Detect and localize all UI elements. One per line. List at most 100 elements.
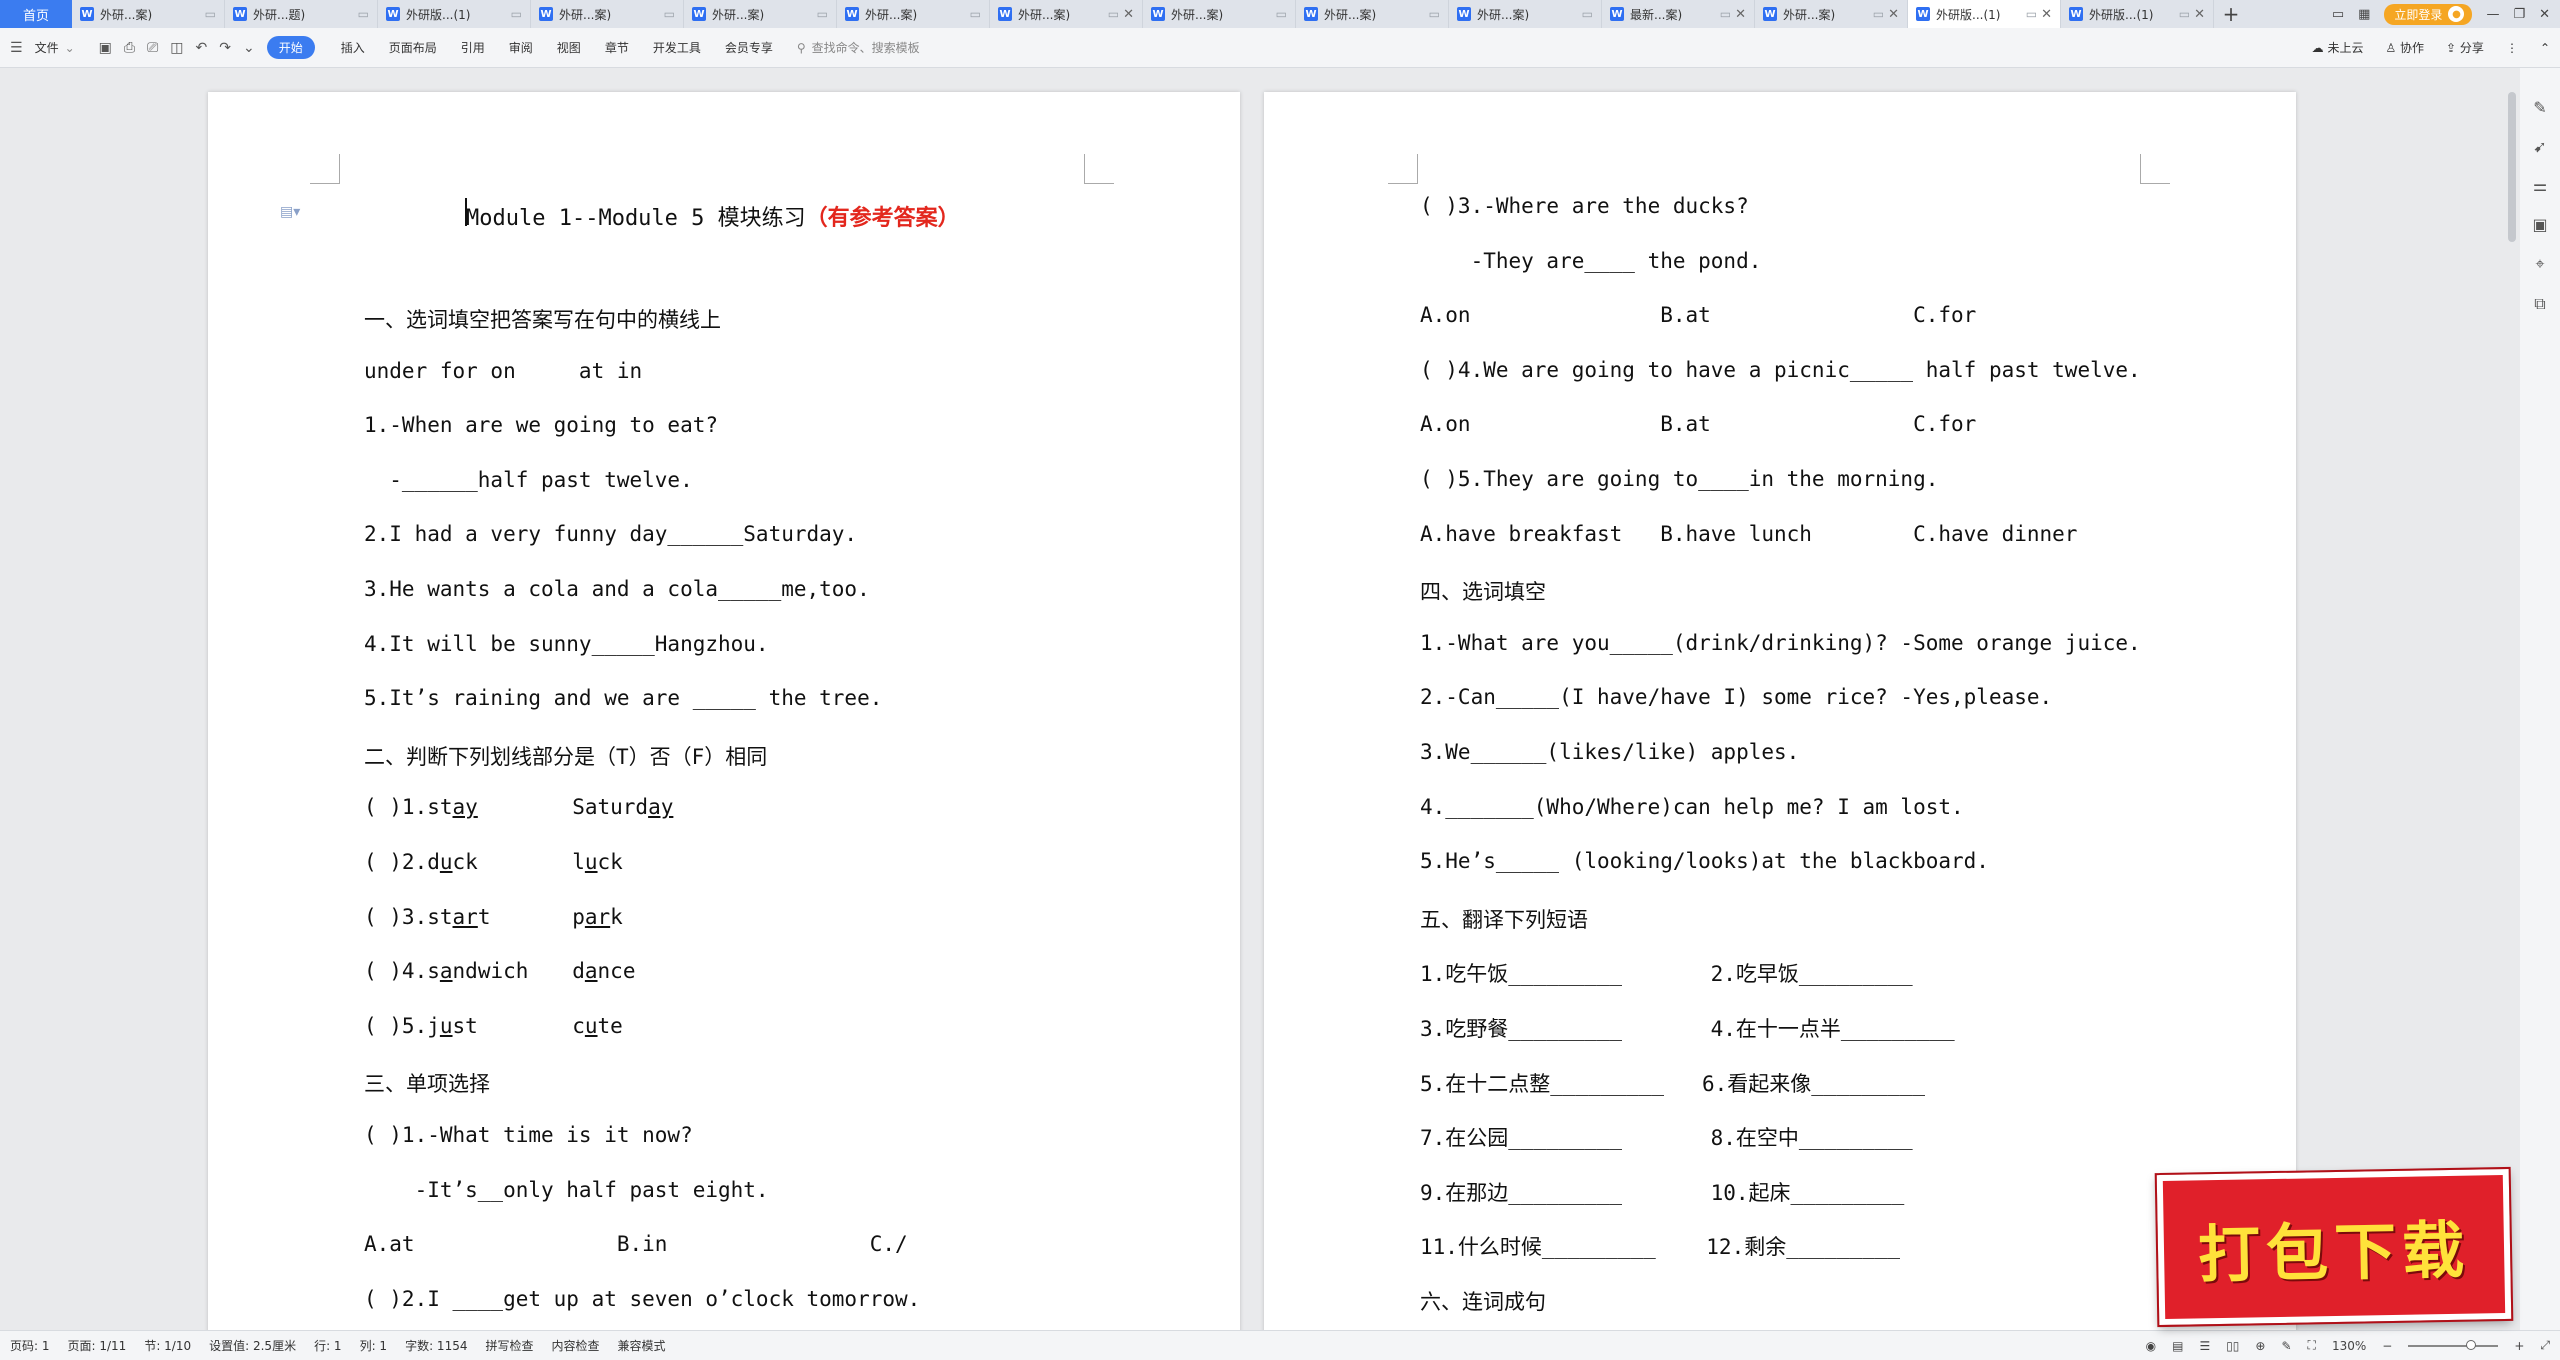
- status-item[interactable]: 兼容模式: [618, 1337, 666, 1354]
- location-icon[interactable]: ⌖: [2535, 254, 2544, 274]
- doc-line[interactable]: 四、选词填空: [1420, 576, 1546, 606]
- grid-icon[interactable]: ▦: [2358, 7, 2370, 22]
- paragraph-icon[interactable]: ▤▾: [280, 204, 300, 220]
- judge-pair[interactable]: ( )5.just cute: [364, 1014, 623, 1038]
- pin-icon[interactable]: ▭: [664, 7, 675, 21]
- preview-icon[interactable]: ◫: [170, 40, 183, 56]
- close-tab-icon[interactable]: ✕: [1123, 7, 1134, 22]
- doc-line[interactable]: 11.什么时候_________ 12.剩余_________: [1420, 1231, 1900, 1261]
- menu-button[interactable]: ☰ 文件 ⌄: [10, 39, 75, 56]
- print-icon[interactable]: ⎚: [147, 40, 158, 56]
- doc-line[interactable]: ( )2.I ____get up at seven o’clock tomor…: [364, 1287, 920, 1311]
- doc-line[interactable]: A.at B.in C./: [364, 1232, 908, 1256]
- doc-line[interactable]: 4._______(Who/Where)can help me? I am lo…: [1420, 795, 1964, 819]
- undo-icon[interactable]: ↶: [196, 40, 208, 56]
- document-tab[interactable]: W 外研...案) ▭ ✕: [990, 0, 1143, 28]
- doc-line[interactable]: 3.吃野餐_________ 4.在十一点半_________: [1420, 1013, 1955, 1043]
- zoom-slider-thumb[interactable]: [2466, 1339, 2477, 1350]
- judge-pair[interactable]: ( )1.stay Saturday: [364, 795, 673, 819]
- collapse-ribbon-icon[interactable]: ⌃: [2540, 41, 2550, 55]
- web-view-icon[interactable]: ⊕: [2255, 1339, 2265, 1353]
- zoom-level[interactable]: 130%: [2332, 1339, 2366, 1353]
- pin-icon[interactable]: ▭: [1720, 7, 1731, 21]
- cloud-status[interactable]: ☁ 未上云: [2312, 39, 2364, 56]
- doc-line[interactable]: under for on at in: [364, 359, 642, 383]
- close-window-icon[interactable]: ✕: [2539, 7, 2550, 22]
- collab-button[interactable]: ♙ 协作: [2385, 39, 2424, 56]
- download-stamp[interactable]: 打包下载: [2154, 1166, 2514, 1328]
- judge-pair[interactable]: ( )3.start park: [364, 905, 623, 929]
- minimize-icon[interactable]: —: [2486, 7, 2499, 22]
- document-tab[interactable]: W 外研...题) ▭: [225, 0, 378, 28]
- ribbon-menu-item[interactable]: 插入: [341, 39, 365, 56]
- write-view-icon[interactable]: ✎: [2281, 1339, 2291, 1353]
- pin-icon[interactable]: ▭: [817, 7, 828, 21]
- ribbon-menu-item[interactable]: 引用: [461, 39, 485, 56]
- doc-line[interactable]: 1.-What are you_____(drink/drinking)? -S…: [1420, 631, 2141, 655]
- pin-icon[interactable]: ▭: [205, 7, 216, 21]
- doc-line[interactable]: 六、连词成句: [1420, 1286, 1546, 1316]
- doc-line[interactable]: 9.在那边_________ 10.起床_________: [1420, 1177, 1904, 1207]
- document-tab[interactable]: W 外研...案) ▭: [1296, 0, 1449, 28]
- ribbon-menu-item[interactable]: 页面布局: [389, 39, 437, 56]
- doc-line[interactable]: A.on B.at C.for: [1420, 303, 1976, 327]
- judge-pair[interactable]: ( )4.sandwich dance: [364, 959, 635, 983]
- picture-icon[interactable]: ▣: [2532, 215, 2547, 234]
- tab-start[interactable]: 开始: [266, 36, 315, 59]
- document-tab[interactable]: W 外研...案) ▭: [684, 0, 837, 28]
- pin-icon[interactable]: ▭: [358, 7, 369, 21]
- file-menu[interactable]: 文件: [35, 39, 59, 56]
- doc-line[interactable]: A.on B.at C.for: [1420, 412, 1976, 436]
- ribbon-menu-item[interactable]: 会员专享: [725, 39, 773, 56]
- document-tab[interactable]: W 最新...案) ▭ ✕: [1602, 0, 1755, 28]
- more-options-icon[interactable]: ⋮: [2506, 41, 2518, 55]
- zoom-out-icon[interactable]: −: [2382, 1339, 2392, 1353]
- close-tab-icon[interactable]: ✕: [2194, 7, 2205, 22]
- restore-icon[interactable]: ❐: [2513, 7, 2525, 22]
- judge-pair[interactable]: ( )2.duck luck: [364, 850, 623, 874]
- more-icon[interactable]: ⌄: [243, 40, 255, 56]
- document-tab[interactable]: W 外研版...(1) ▭ ✕: [2061, 0, 2214, 28]
- page-view-icon[interactable]: ▤: [2172, 1339, 2183, 1353]
- share-button[interactable]: ⇪ 分享: [2446, 39, 2484, 56]
- command-search[interactable]: ⚲ 查找命令、搜索模板: [797, 39, 920, 56]
- doc-line[interactable]: A.have breakfast B.have lunch C.have din…: [1420, 522, 2077, 546]
- zoom-slider[interactable]: [2408, 1339, 2499, 1350]
- document-tab[interactable]: W 外研...案) ▭: [1143, 0, 1296, 28]
- doc-line[interactable]: ( )3.-Where are the ducks?: [1420, 194, 1749, 218]
- save-icon[interactable]: ▣: [99, 40, 112, 56]
- document-tab[interactable]: W 外研...案) ▭: [72, 0, 225, 28]
- doc-line[interactable]: 一、选词填空把答案写在句中的横线上: [364, 304, 721, 334]
- document-tab[interactable]: W 外研...案) ▭ ✕: [1755, 0, 1908, 28]
- doc-line[interactable]: 5.在十二点整_________ 6.看起来像_________: [1420, 1068, 1925, 1098]
- doc-line[interactable]: -They are____ the pond.: [1420, 249, 1762, 273]
- pin-icon[interactable]: ▭: [1582, 7, 1593, 21]
- login-button[interactable]: 立即登录 ●: [2384, 3, 2473, 25]
- close-tab-icon[interactable]: ✕: [1888, 7, 1899, 22]
- export-icon[interactable]: ⎙: [124, 40, 135, 56]
- fit-icon[interactable]: ⛶: [2308, 1338, 2316, 1353]
- tab-home[interactable]: 首页: [0, 0, 72, 28]
- layout-icon[interactable]: ▭: [2332, 7, 2344, 22]
- book-icon[interactable]: ⧉: [2534, 294, 2545, 314]
- pin-icon[interactable]: ▭: [511, 7, 522, 21]
- document-tab[interactable]: W 外研...案) ▭: [1449, 0, 1602, 28]
- document-tab[interactable]: W 外研...案) ▭: [837, 0, 990, 28]
- doc-line[interactable]: 1.-When are we going to eat?: [364, 413, 718, 437]
- reading-view-icon[interactable]: ▯▯: [2226, 1339, 2239, 1353]
- doc-line[interactable]: -It’s__only half past eight.: [364, 1178, 769, 1202]
- ribbon-menu-item[interactable]: 章节: [605, 39, 629, 56]
- close-tab-icon[interactable]: ✕: [1735, 7, 1746, 22]
- pointer-icon[interactable]: ➹: [2533, 137, 2546, 156]
- doc-line[interactable]: ( )1.-What time is it now?: [364, 1123, 693, 1147]
- doc-line[interactable]: 二、判断下列划线部分是（T）否（F）相同: [364, 741, 767, 771]
- document-title[interactable]: Module 1--Module 5 模块练习（有参考答案）: [466, 200, 960, 232]
- ribbon-menu-item[interactable]: 视图: [557, 39, 581, 56]
- pin-icon[interactable]: ▭: [1429, 7, 1440, 21]
- status-item[interactable]: 拼写检查: [485, 1337, 533, 1354]
- doc-line[interactable]: 三、单项选择: [364, 1068, 490, 1098]
- adjust-icon[interactable]: ⚌: [2533, 176, 2547, 195]
- status-item[interactable]: 内容检查: [552, 1337, 600, 1354]
- page-2[interactable]: ( )3.-Where are the ducks? -They are____…: [1264, 92, 2296, 1330]
- pin-icon[interactable]: ▭: [1276, 7, 1287, 21]
